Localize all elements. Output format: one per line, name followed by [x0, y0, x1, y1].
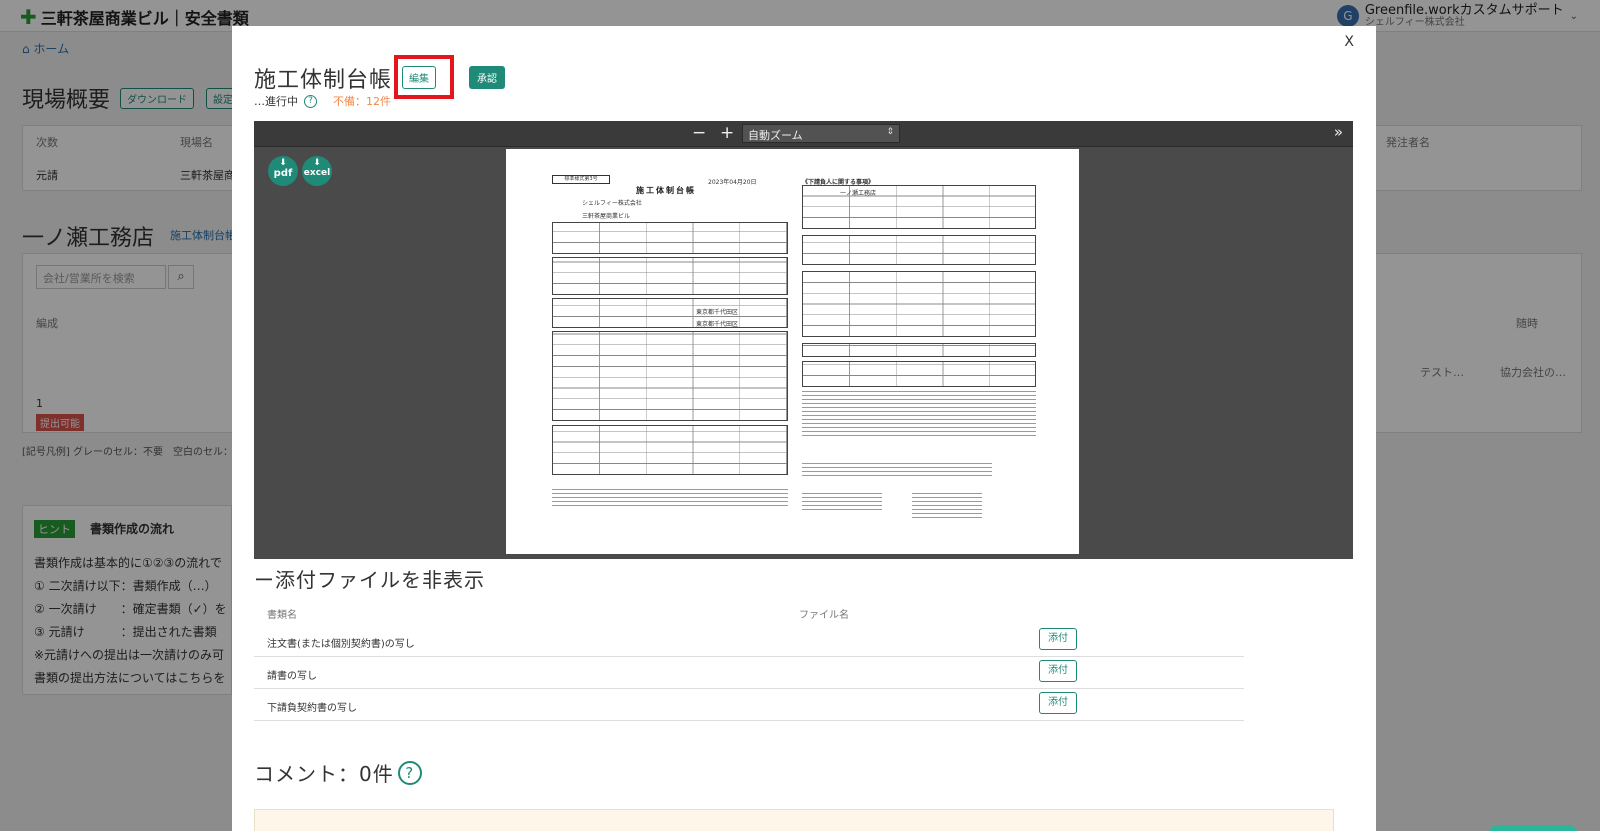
zoom-in-button[interactable]: +	[720, 123, 734, 143]
pdf-label: pdf	[273, 168, 293, 179]
download-arrow-icon: ⬇	[279, 158, 287, 168]
page-address: 東京都千代田区	[696, 321, 739, 328]
form-table	[802, 185, 1036, 229]
deficit-count: 不備：12件	[333, 95, 391, 108]
page-subcontractor: 一ノ瀬工務店	[840, 190, 877, 197]
page-company: シェルフィー株式会社	[582, 200, 642, 207]
attachment-name: 下請負契約書の写し	[267, 703, 357, 714]
form-table	[552, 298, 788, 328]
form-table	[802, 235, 1036, 265]
form-table	[802, 271, 1036, 337]
download-arrow-icon: ⬇	[313, 158, 321, 168]
form-table	[802, 343, 1036, 357]
col-file-name: ファイル名	[799, 610, 849, 621]
pdf-download-icon[interactable]: ⬇ pdf	[268, 156, 298, 186]
attachment-row: 請書の写し 添付	[254, 657, 1244, 689]
help-icon[interactable]: ?	[397, 760, 422, 785]
attach-button[interactable]: 添付	[1039, 692, 1077, 714]
comment-input-area[interactable]	[254, 809, 1334, 831]
document-modal: X 施工体制台帳 編集 承認 …進行中 ? 不備：12件 − + 自動ズーム ⇕…	[232, 26, 1376, 831]
notes-text-block	[552, 487, 788, 509]
floating-action-button[interactable]	[1488, 825, 1578, 831]
sidebar-toggle-button[interactable]: »	[1334, 123, 1343, 141]
notes-text-block	[912, 491, 982, 521]
page-site: 三軒茶屋商業ビル	[582, 213, 631, 220]
form-table	[552, 222, 788, 254]
form-table	[552, 425, 788, 475]
attachment-name: 注文書(または個別契約書)の写し	[267, 639, 415, 650]
col-document-name: 書類名	[267, 610, 297, 621]
notes-text-block	[802, 391, 1036, 439]
attachment-row: 下請負契約書の写し 添付	[254, 689, 1244, 721]
attach-button[interactable]: 添付	[1039, 660, 1077, 682]
viewer-toolbar: − + 自動ズーム ⇕ »	[254, 121, 1353, 147]
status-text: …進行中	[254, 95, 298, 108]
approve-button[interactable]: 承認	[469, 66, 505, 89]
help-icon[interactable]: ?	[304, 94, 317, 108]
comments-heading: コメント：0件 ?	[254, 758, 422, 787]
page-doc-title: 施工体制台帳	[636, 186, 696, 195]
zoom-out-button[interactable]: −	[692, 123, 706, 143]
form-table	[552, 331, 788, 421]
zoom-value: 自動ズーム	[748, 129, 803, 142]
zoom-select[interactable]: 自動ズーム ⇕	[742, 124, 900, 143]
notes-text-block	[802, 491, 882, 513]
pdf-page: 標準様式第3号 施工体制台帳 2023年04月20日 シェルフィー株式会社 三軒…	[506, 149, 1079, 554]
status-row: …進行中 ? 不備：12件	[254, 93, 391, 109]
close-button[interactable]: X	[1344, 34, 1354, 50]
notes-text-block	[802, 461, 992, 479]
form-table	[802, 361, 1036, 387]
attachment-row: 注文書(または個別契約書)の写し 添付	[254, 625, 1244, 657]
excel-download-icon[interactable]: ⬇ excel	[302, 156, 332, 186]
edit-highlight-box	[394, 55, 454, 99]
form-table	[552, 257, 788, 295]
excel-label: excel	[303, 168, 331, 178]
select-arrows-icon: ⇕	[886, 127, 894, 137]
attach-button[interactable]: 添付	[1039, 628, 1077, 650]
form-number: 標準様式第3号	[552, 175, 610, 184]
comments-heading-text: コメント：0件	[254, 762, 394, 786]
document-title: 施工体制台帳	[254, 68, 393, 93]
attachment-name: 請書の写し	[267, 671, 317, 682]
page-date: 2023年04月20日	[708, 179, 757, 186]
page-address: 東京都千代田区	[696, 309, 739, 316]
pdf-viewer: − + 自動ズーム ⇕ » ⬇ pdf ⬇ excel 標準様式第3号 施工体制…	[254, 121, 1353, 559]
attachments-toggle[interactable]: ー添付ファイルを非表示	[254, 564, 485, 593]
